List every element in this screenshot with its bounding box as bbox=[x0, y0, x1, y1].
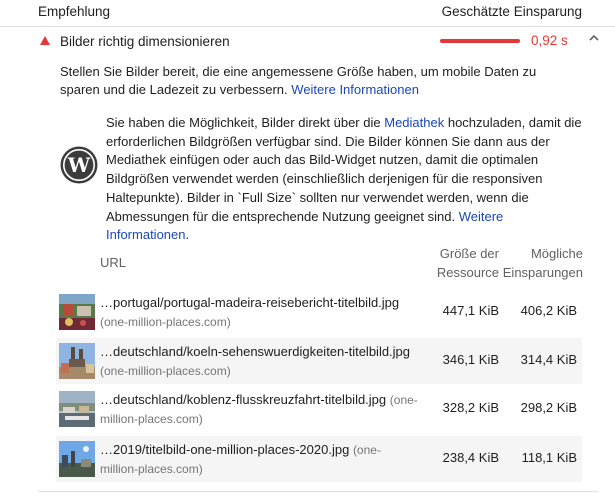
audit-description: Stellen Sie Bilder bereit, die eine ange… bbox=[60, 63, 570, 99]
resource-host: (one-million-places.com) bbox=[100, 363, 231, 378]
image-thumbnail bbox=[59, 294, 95, 330]
wordpress-hint-text-2: hochzuladen, damit die erforderlichen Bi… bbox=[106, 115, 582, 224]
resource-size: 238,4 KiB bbox=[442, 450, 499, 465]
wordpress-hint-text-1: Sie haben die Möglichkeit, Bilder direkt… bbox=[106, 115, 381, 130]
potential-saving: 406,2 KiB bbox=[520, 303, 577, 318]
potential-saving: 314,4 KiB bbox=[520, 352, 577, 367]
table-row: …2019/titelbild-one-million-places-2020.… bbox=[56, 436, 582, 482]
resource-size: 328,2 KiB bbox=[442, 400, 499, 415]
media-library-link[interactable]: Mediathek bbox=[384, 115, 444, 130]
table-header-bar: Empfehlung Geschätzte Einsparung bbox=[0, 0, 615, 27]
audit-row-resize-images[interactable]: Bilder richtig dimensionieren 0,92 s bbox=[0, 27, 615, 57]
table-row: …deutschland/koblenz-flusskreuzfahrt-tit… bbox=[56, 386, 582, 432]
audit-savings-value: 0,92 s bbox=[531, 33, 568, 48]
image-thumbnail bbox=[59, 441, 95, 477]
table-row: …portugal/portugal-madeira-reisebericht-… bbox=[56, 289, 582, 335]
warning-triangle-icon bbox=[40, 36, 50, 45]
resource-path: …deutschland/koeln-sehenswuerdigkeiten-t… bbox=[100, 344, 411, 359]
column-header-potential-savings: Mögliche Einsparungen bbox=[502, 246, 583, 280]
resource-path: …portugal/portugal-madeira-reisebericht-… bbox=[100, 295, 400, 310]
resource-url[interactable]: …portugal/portugal-madeira-reisebericht-… bbox=[100, 294, 418, 331]
image-thumbnail bbox=[59, 343, 95, 379]
resource-host: (one-million-places.com) bbox=[100, 314, 231, 329]
resource-url[interactable]: …2019/titelbild-one-million-places-2020.… bbox=[100, 441, 418, 478]
divider bbox=[38, 491, 598, 492]
recommendation-heading: Empfehlung bbox=[38, 4, 111, 19]
estimated-savings-heading: Geschätzte Einsparung bbox=[441, 4, 582, 19]
learn-more-link[interactable]: Weitere Informationen bbox=[291, 82, 419, 97]
potential-saving: 118,1 KiB bbox=[521, 450, 577, 465]
wordpress-hint: Sie haben die Möglichkeit, Bilder direkt… bbox=[106, 114, 586, 245]
resource-path: …2019/titelbild-one-million-places-2020.… bbox=[100, 442, 350, 457]
image-thumbnail bbox=[59, 391, 95, 427]
wordpress-logo-icon: W bbox=[60, 146, 98, 184]
resource-url[interactable]: …deutschland/koblenz-flusskreuzfahrt-tit… bbox=[100, 391, 418, 428]
details-table-header: URL Größe der Ressource Mögliche Einspar… bbox=[0, 240, 615, 286]
savings-bar bbox=[440, 39, 520, 43]
audit-title: Bilder richtig dimensionieren bbox=[60, 34, 230, 49]
resource-url[interactable]: …deutschland/koeln-sehenswuerdigkeiten-t… bbox=[100, 343, 418, 380]
column-header-resource-size: Größe der Ressource bbox=[436, 246, 499, 280]
resource-size: 346,1 KiB bbox=[442, 352, 499, 367]
column-header-url: URL bbox=[100, 255, 127, 270]
chevron-up-icon[interactable] bbox=[589, 33, 599, 46]
potential-saving: 298,2 KiB bbox=[520, 400, 577, 415]
svg-text:W: W bbox=[67, 153, 91, 177]
table-row: …deutschland/koeln-sehenswuerdigkeiten-t… bbox=[56, 338, 582, 384]
resource-path: …deutschland/koblenz-flusskreuzfahrt-tit… bbox=[100, 392, 387, 407]
resource-size: 447,1 KiB bbox=[442, 303, 499, 318]
